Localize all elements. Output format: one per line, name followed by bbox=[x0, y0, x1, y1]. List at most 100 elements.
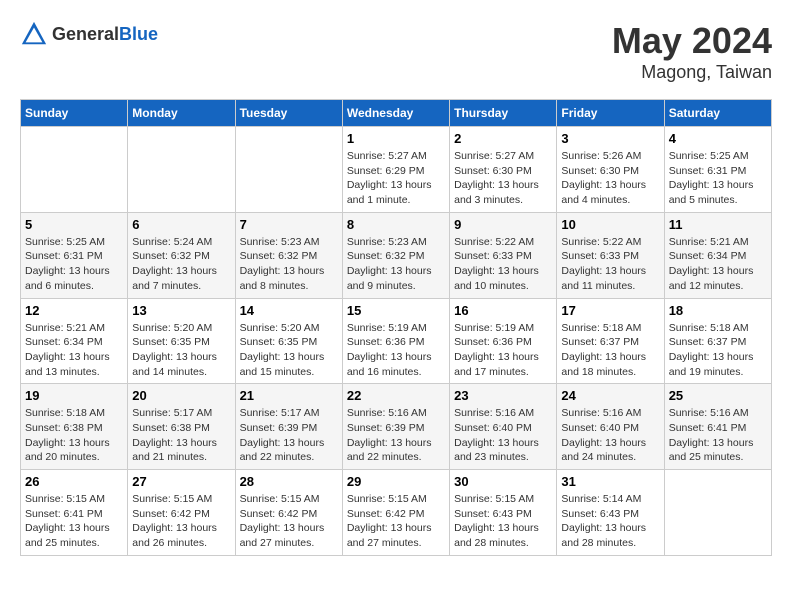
day-info: Sunrise: 5:16 AM Sunset: 6:40 PM Dayligh… bbox=[561, 406, 659, 465]
day-number: 31 bbox=[561, 474, 659, 489]
day-number: 6 bbox=[132, 217, 230, 232]
day-number: 26 bbox=[25, 474, 123, 489]
day-number: 8 bbox=[347, 217, 445, 232]
day-number: 10 bbox=[561, 217, 659, 232]
week-row-5: 26 Sunrise: 5:15 AM Sunset: 6:41 PM Dayli… bbox=[21, 470, 772, 556]
day-info: Sunrise: 5:19 AM Sunset: 6:36 PM Dayligh… bbox=[347, 321, 445, 380]
calendar-cell: 21 Sunrise: 5:17 AM Sunset: 6:39 PM Dayli… bbox=[235, 384, 342, 470]
calendar-cell: 15Sunrise: 5:19 AM Sunset: 6:36 PM Dayli… bbox=[342, 298, 449, 384]
day-info: Sunrise: 5:22 AM Sunset: 6:33 PM Dayligh… bbox=[454, 235, 552, 294]
day-number: 23 bbox=[454, 388, 552, 403]
day-info: Sunrise: 5:15 AM Sunset: 6:42 PM Dayligh… bbox=[132, 492, 230, 551]
logo: GeneralBlue bbox=[20, 20, 158, 48]
calendar-cell: 25Sunrise: 5:16 AM Sunset: 6:41 PM Dayli… bbox=[664, 384, 771, 470]
day-number: 11 bbox=[669, 217, 767, 232]
day-info: Sunrise: 5:15 AM Sunset: 6:43 PM Dayligh… bbox=[454, 492, 552, 551]
day-number: 20 bbox=[132, 388, 230, 403]
calendar-cell: 26 Sunrise: 5:15 AM Sunset: 6:41 PM Dayli… bbox=[21, 470, 128, 556]
day-info: Sunrise: 5:23 AM Sunset: 6:32 PM Dayligh… bbox=[240, 235, 338, 294]
calendar-cell: 1 Sunrise: 5:27 AM Sunset: 6:29 PM Daylig… bbox=[342, 127, 449, 213]
day-info: Sunrise: 5:27 AM Sunset: 6:29 PM Dayligh… bbox=[347, 149, 445, 208]
day-info: Sunrise: 5:14 AM Sunset: 6:43 PM Dayligh… bbox=[561, 492, 659, 551]
day-number: 2 bbox=[454, 131, 552, 146]
day-info: Sunrise: 5:15 AM Sunset: 6:41 PM Dayligh… bbox=[25, 492, 123, 551]
day-number: 4 bbox=[669, 131, 767, 146]
day-info: Sunrise: 5:15 AM Sunset: 6:42 PM Dayligh… bbox=[347, 492, 445, 551]
calendar-table: SundayMondayTuesdayWednesdayThursdayFrid… bbox=[20, 99, 772, 556]
day-header-friday: Friday bbox=[557, 100, 664, 127]
day-info: Sunrise: 5:25 AM Sunset: 6:31 PM Dayligh… bbox=[25, 235, 123, 294]
calendar-cell: 27 Sunrise: 5:15 AM Sunset: 6:42 PM Dayli… bbox=[128, 470, 235, 556]
day-number: 17 bbox=[561, 303, 659, 318]
calendar-cell: 13Sunrise: 5:20 AM Sunset: 6:35 PM Dayli… bbox=[128, 298, 235, 384]
calendar-location: Magong, Taiwan bbox=[612, 62, 772, 83]
calendar-cell: 20Sunrise: 5:17 AM Sunset: 6:38 PM Dayli… bbox=[128, 384, 235, 470]
calendar-cell: 28 Sunrise: 5:15 AM Sunset: 6:42 PM Dayli… bbox=[235, 470, 342, 556]
day-info: Sunrise: 5:17 AM Sunset: 6:39 PM Dayligh… bbox=[240, 406, 338, 465]
day-info: Sunrise: 5:24 AM Sunset: 6:32 PM Dayligh… bbox=[132, 235, 230, 294]
calendar-cell bbox=[21, 127, 128, 213]
day-info: Sunrise: 5:19 AM Sunset: 6:36 PM Dayligh… bbox=[454, 321, 552, 380]
day-info: Sunrise: 5:21 AM Sunset: 6:34 PM Dayligh… bbox=[669, 235, 767, 294]
calendar-cell: 23 Sunrise: 5:16 AM Sunset: 6:40 PM Dayli… bbox=[450, 384, 557, 470]
calendar-cell: 10Sunrise: 5:22 AM Sunset: 6:33 PM Dayli… bbox=[557, 212, 664, 298]
day-info: Sunrise: 5:27 AM Sunset: 6:30 PM Dayligh… bbox=[454, 149, 552, 208]
calendar-cell: 17 Sunrise: 5:18 AM Sunset: 6:37 PM Dayli… bbox=[557, 298, 664, 384]
calendar-cell: 24Sunrise: 5:16 AM Sunset: 6:40 PM Dayli… bbox=[557, 384, 664, 470]
day-info: Sunrise: 5:20 AM Sunset: 6:35 PM Dayligh… bbox=[132, 321, 230, 380]
week-row-1: 1 Sunrise: 5:27 AM Sunset: 6:29 PM Daylig… bbox=[21, 127, 772, 213]
calendar-cell: 16 Sunrise: 5:19 AM Sunset: 6:36 PM Dayli… bbox=[450, 298, 557, 384]
logo-icon bbox=[20, 20, 48, 48]
day-header-monday: Monday bbox=[128, 100, 235, 127]
day-number: 3 bbox=[561, 131, 659, 146]
day-info: Sunrise: 5:25 AM Sunset: 6:31 PM Dayligh… bbox=[669, 149, 767, 208]
calendar-cell: 11 Sunrise: 5:21 AM Sunset: 6:34 PM Dayli… bbox=[664, 212, 771, 298]
calendar-cell: 8 Sunrise: 5:23 AM Sunset: 6:32 PM Daylig… bbox=[342, 212, 449, 298]
day-header-thursday: Thursday bbox=[450, 100, 557, 127]
day-info: Sunrise: 5:18 AM Sunset: 6:37 PM Dayligh… bbox=[669, 321, 767, 380]
day-number: 9 bbox=[454, 217, 552, 232]
calendar-cell: 31 Sunrise: 5:14 AM Sunset: 6:43 PM Dayli… bbox=[557, 470, 664, 556]
day-number: 16 bbox=[454, 303, 552, 318]
title-block: May 2024 Magong, Taiwan bbox=[612, 20, 772, 83]
day-info: Sunrise: 5:18 AM Sunset: 6:38 PM Dayligh… bbox=[25, 406, 123, 465]
day-number: 1 bbox=[347, 131, 445, 146]
day-info: Sunrise: 5:15 AM Sunset: 6:42 PM Dayligh… bbox=[240, 492, 338, 551]
calendar-cell: 12 Sunrise: 5:21 AM Sunset: 6:34 PM Dayli… bbox=[21, 298, 128, 384]
day-number: 27 bbox=[132, 474, 230, 489]
day-info: Sunrise: 5:16 AM Sunset: 6:40 PM Dayligh… bbox=[454, 406, 552, 465]
day-number: 14 bbox=[240, 303, 338, 318]
day-number: 21 bbox=[240, 388, 338, 403]
day-header-saturday: Saturday bbox=[664, 100, 771, 127]
calendar-cell: 2 Sunrise: 5:27 AM Sunset: 6:30 PM Daylig… bbox=[450, 127, 557, 213]
day-header-row: SundayMondayTuesdayWednesdayThursdayFrid… bbox=[21, 100, 772, 127]
calendar-cell: 3 Sunrise: 5:26 AM Sunset: 6:30 PM Daylig… bbox=[557, 127, 664, 213]
day-number: 18 bbox=[669, 303, 767, 318]
week-row-3: 12 Sunrise: 5:21 AM Sunset: 6:34 PM Dayli… bbox=[21, 298, 772, 384]
day-header-tuesday: Tuesday bbox=[235, 100, 342, 127]
day-header-sunday: Sunday bbox=[21, 100, 128, 127]
calendar-cell: 22Sunrise: 5:16 AM Sunset: 6:39 PM Dayli… bbox=[342, 384, 449, 470]
calendar-cell bbox=[128, 127, 235, 213]
day-number: 28 bbox=[240, 474, 338, 489]
logo-blue-text: Blue bbox=[119, 24, 158, 44]
calendar-cell: 4 Sunrise: 5:25 AM Sunset: 6:31 PM Daylig… bbox=[664, 127, 771, 213]
calendar-title: May 2024 bbox=[612, 20, 772, 62]
day-number: 22 bbox=[347, 388, 445, 403]
day-header-wednesday: Wednesday bbox=[342, 100, 449, 127]
day-number: 5 bbox=[25, 217, 123, 232]
day-number: 30 bbox=[454, 474, 552, 489]
calendar-cell bbox=[664, 470, 771, 556]
calendar-cell: 9 Sunrise: 5:22 AM Sunset: 6:33 PM Daylig… bbox=[450, 212, 557, 298]
day-info: Sunrise: 5:23 AM Sunset: 6:32 PM Dayligh… bbox=[347, 235, 445, 294]
day-info: Sunrise: 5:18 AM Sunset: 6:37 PM Dayligh… bbox=[561, 321, 659, 380]
day-number: 19 bbox=[25, 388, 123, 403]
calendar-cell: 7Sunrise: 5:23 AM Sunset: 6:32 PM Daylig… bbox=[235, 212, 342, 298]
day-number: 29 bbox=[347, 474, 445, 489]
day-number: 12 bbox=[25, 303, 123, 318]
day-info: Sunrise: 5:21 AM Sunset: 6:34 PM Dayligh… bbox=[25, 321, 123, 380]
page-header: GeneralBlue May 2024 Magong, Taiwan bbox=[20, 20, 772, 83]
calendar-cell: 5 Sunrise: 5:25 AM Sunset: 6:31 PM Daylig… bbox=[21, 212, 128, 298]
day-info: Sunrise: 5:26 AM Sunset: 6:30 PM Dayligh… bbox=[561, 149, 659, 208]
calendar-cell: 30 Sunrise: 5:15 AM Sunset: 6:43 PM Dayli… bbox=[450, 470, 557, 556]
